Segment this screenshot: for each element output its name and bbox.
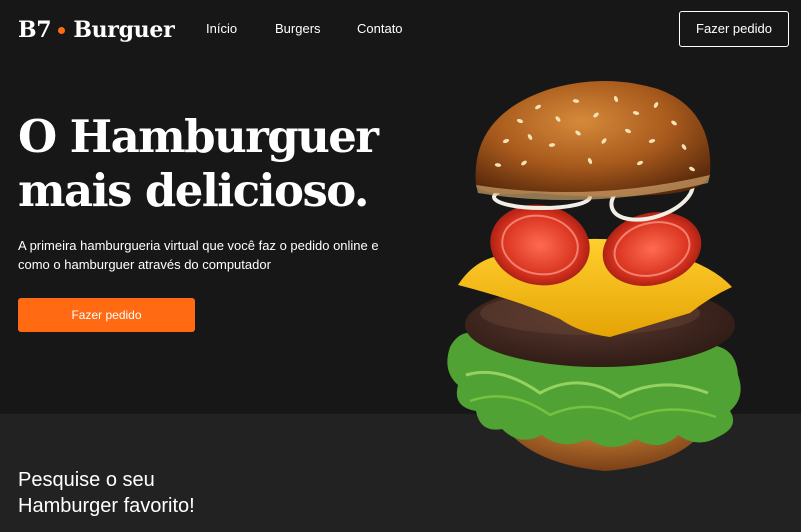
top-bun-shape	[475, 81, 711, 197]
brand-logo[interactable]: B7 Burguer	[18, 14, 175, 46]
hero-description: A primeira hamburgueria virtual que você…	[18, 238, 379, 272]
nav-link-inicio[interactable]: Início	[206, 21, 237, 36]
hero-title-line-1: O Hamburguer	[18, 110, 379, 163]
hero-order-button[interactable]: Fazer pedido	[18, 298, 195, 332]
hero-title-line-2: mais delicioso.	[18, 164, 369, 217]
search-title-line-2: Hamburger favorito!	[18, 495, 195, 517]
header-order-button[interactable]: Fazer pedido	[679, 11, 789, 47]
brand-dot-icon	[58, 26, 66, 34]
brand-name-left: B7	[18, 17, 52, 43]
search-title-line-1: Pesquise o seu	[18, 469, 155, 491]
brand-name-right: Burguer	[73, 17, 175, 43]
hero-burger-image	[447, 81, 741, 471]
nav-link-burgers[interactable]: Burgers	[275, 21, 321, 36]
search-section-title: Pesquise o seu Hamburger favorito!	[18, 467, 278, 519]
top-navbar: B7 Burguer Início Burgers Contato Fazer …	[0, 0, 801, 60]
hero-title: O Hamburguer mais delicioso.	[18, 110, 438, 218]
nav-link-contato[interactable]: Contato	[357, 21, 403, 36]
